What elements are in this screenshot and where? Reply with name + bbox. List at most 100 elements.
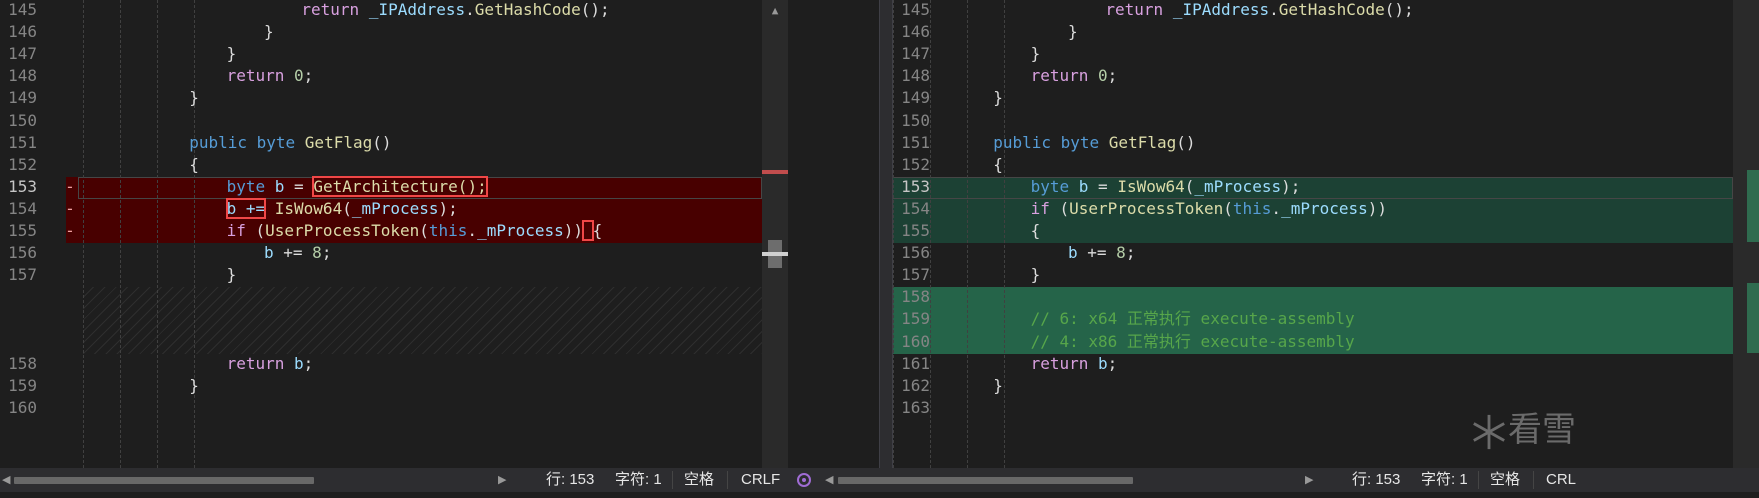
code-token: return <box>301 0 360 19</box>
code-token: 8 <box>312 243 322 263</box>
line-ending-indicator[interactable]: CRL <box>1546 468 1576 492</box>
code-token: ); <box>438 198 458 218</box>
code-token: ; <box>303 353 314 373</box>
scroll-left-icon[interactable]: ◀ <box>2 468 10 492</box>
code-token: GetFlag <box>1108 132 1177 152</box>
code-token: byte <box>226 176 266 196</box>
code-token: return <box>1030 353 1089 373</box>
code-token: . <box>467 221 478 240</box>
scroll-diff-marker <box>762 170 788 174</box>
watermark-text: 看雪 <box>1508 410 1576 450</box>
horizontal-scroll-thumb[interactable] <box>838 477 1133 484</box>
code-token: GetHashCode <box>1278 0 1385 19</box>
scroll-right-icon[interactable]: ▶ <box>1305 468 1313 492</box>
padding-block <box>83 287 762 354</box>
whitespace-indicator[interactable]: 空格 <box>684 468 714 492</box>
code-token: ; <box>1107 66 1118 86</box>
plugin-icon[interactable] <box>795 468 813 492</box>
code-token: _mProcess <box>1194 176 1282 196</box>
code-token: )) <box>563 221 584 240</box>
code-token: { <box>592 221 603 240</box>
code-token: } <box>1030 44 1041 64</box>
left-vertical-scrollbar[interactable]: ▲ <box>762 0 788 468</box>
scroll-diff-marker <box>1747 170 1759 242</box>
separator <box>727 471 728 489</box>
code-token: { <box>189 154 199 174</box>
code-token: } <box>189 88 199 108</box>
code-token: // 4: x86 正常执行 execute-assembly <box>1030 331 1355 351</box>
code-token: // 6: x64 正常执行 execute-assembly <box>1030 309 1355 329</box>
right-vertical-scrollbar[interactable] <box>1733 0 1759 468</box>
code-token: b <box>274 176 285 196</box>
code-token: this <box>428 221 468 240</box>
code-token: _mProcess <box>477 221 564 240</box>
code-token: } <box>189 375 199 395</box>
line-number: 160 <box>8 397 37 417</box>
code-token: (); <box>1384 0 1414 19</box>
horizontal-scroll-thumb[interactable] <box>14 477 314 484</box>
code-token: GetHashCode <box>474 0 581 19</box>
code-token: . <box>465 0 475 19</box>
code-token: GetFlag <box>304 132 373 152</box>
code-token: IsWow64 <box>1117 176 1185 196</box>
separator <box>672 471 673 489</box>
code-token: _IPAddress <box>1172 0 1270 19</box>
diff-splitter[interactable] <box>879 0 893 468</box>
scroll-diff-marker <box>1747 283 1759 353</box>
left-diff-pane[interactable]: 145 return _IPAddress.GetHashCode(); 146} 1… <box>0 0 879 468</box>
code-token: b <box>1068 243 1078 263</box>
code-token: ; <box>1107 353 1118 373</box>
code-token: ( <box>342 198 352 218</box>
line-number: 163 <box>901 397 930 417</box>
code-token: ; <box>1125 243 1136 263</box>
line-indicator[interactable]: 行: 153 <box>1352 468 1400 492</box>
watermark: 看雪 <box>1470 400 1600 460</box>
code-token: ( <box>1049 198 1070 218</box>
scroll-up-icon[interactable]: ▲ <box>762 0 788 22</box>
code-line: 160 <box>0 395 762 420</box>
code-token: . <box>1269 0 1279 19</box>
whitespace-indicator[interactable]: 空格 <box>1490 468 1520 492</box>
code-token: } <box>264 22 274 42</box>
code-token: } <box>993 375 1003 395</box>
line-ending-indicator[interactable]: CRLF <box>741 468 780 492</box>
code-token: } <box>1068 22 1078 42</box>
right-diff-pane[interactable]: 145 return _IPAddress.GetHashCode(); 146} 1… <box>893 0 1759 468</box>
code-token: byte <box>1060 132 1100 152</box>
code-token: ( <box>1223 198 1233 218</box>
line-indicator[interactable]: 行: 153 <box>546 468 594 492</box>
separator <box>1478 471 1479 489</box>
scroll-right-icon[interactable]: ▶ <box>498 468 506 492</box>
char-indicator[interactable]: 字符: 1 <box>615 468 662 492</box>
code-token: this <box>1232 198 1272 218</box>
code-token: if <box>1030 198 1050 218</box>
code-token: public <box>189 132 247 152</box>
code-token: ; <box>303 66 314 86</box>
code-token: return <box>1105 0 1164 19</box>
code-token: ; <box>321 243 332 263</box>
code-token: += <box>1077 243 1117 263</box>
code-token: ( <box>419 221 429 240</box>
snowflake-icon <box>1473 414 1505 449</box>
char-indicator[interactable]: 字符: 1 <box>1421 468 1468 492</box>
code-token: return <box>1030 66 1089 86</box>
line-number: 157 <box>8 265 37 285</box>
code-token: } <box>993 88 1003 108</box>
highlighted-change: GetArchitecture(); <box>312 175 488 197</box>
code-line: 163 <box>893 395 1733 420</box>
separator <box>1533 471 1534 489</box>
code-token: = <box>284 176 314 196</box>
code-text[interactable]: } <box>227 262 237 287</box>
code-token: _mProcess <box>351 198 439 218</box>
scroll-left-icon[interactable]: ◀ <box>825 468 833 492</box>
code-token: } <box>226 44 237 64</box>
code-token: { <box>1030 221 1041 240</box>
